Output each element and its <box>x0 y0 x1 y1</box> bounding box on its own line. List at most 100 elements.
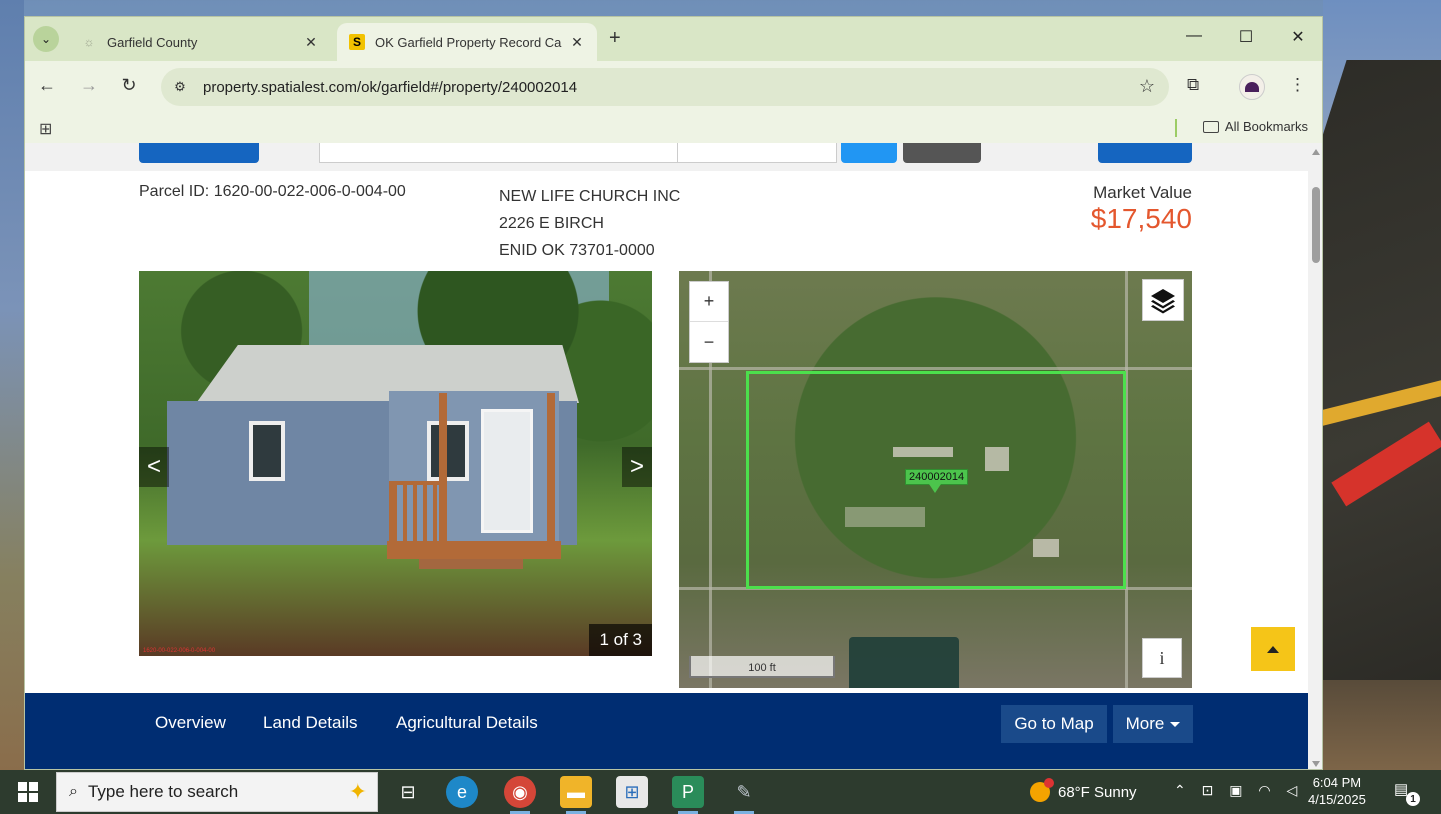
scroll-up-icon[interactable] <box>1312 149 1320 155</box>
section-navbar: Overview Land Details Agricultural Detai… <box>25 693 1308 769</box>
owner-name: NEW LIFE CHURCH INC <box>499 188 681 205</box>
porch-post <box>547 393 555 545</box>
map-road <box>679 367 1192 370</box>
chrome-icon[interactable]: ◉ <box>504 776 536 814</box>
owner-block: NEW LIFE CHURCH INC 2226 E BIRCH ENID OK… <box>499 183 680 264</box>
task-view-icon[interactable]: ⊟ <box>392 776 424 808</box>
header-menu-button[interactable] <box>1098 143 1192 163</box>
parcel-id: Parcel ID: 1620-00-022-006-0-004-00 <box>139 183 406 200</box>
address-line-2: ENID OK 73701-0000 <box>499 242 655 259</box>
nav-land-details[interactable]: Land Details <box>263 713 358 733</box>
paint-icon[interactable]: ✎ <box>728 776 760 814</box>
close-window-icon[interactable]: ✕ <box>1283 27 1313 47</box>
all-bookmarks-button[interactable]: All Bookmarks <box>1202 119 1308 134</box>
weather-text: 68°F Sunny <box>1058 783 1137 801</box>
system-tray-icons[interactable]: ⌃ ⊡ ▣ ◠ ◁ <box>1174 782 1303 799</box>
url-text[interactable]: property.spatialest.com/ok/garfield#/pro… <box>203 79 577 96</box>
page-scrollbar[interactable] <box>1308 143 1322 769</box>
layers-button[interactable] <box>1142 279 1184 321</box>
caret-up-icon <box>1267 645 1279 653</box>
back-to-top-button[interactable] <box>1251 627 1295 671</box>
map-building <box>849 637 959 688</box>
photo-counter: 1 of 3 <box>589 624 652 656</box>
extensions-puzzle-icon[interactable]: ⧉ <box>1187 75 1199 95</box>
scroll-down-icon[interactable] <box>1312 761 1320 767</box>
desktop-background-left <box>0 0 24 770</box>
site-info-icon[interactable]: ⚙ <box>167 74 193 100</box>
shed-door <box>481 409 533 533</box>
taskbar-search-box[interactable]: ⌕ Type here to search ✦ <box>56 772 378 812</box>
search-icon: ⌕ <box>69 783 78 800</box>
address-line-1: 2226 E BIRCH <box>499 215 604 232</box>
market-value: $17,540 <box>1090 203 1192 234</box>
photo-prev-button[interactable]: < <box>139 447 169 487</box>
caret-down-icon <box>1170 721 1181 727</box>
more-menu-button[interactable]: More <box>1113 705 1193 743</box>
shed-window <box>427 421 469 481</box>
notification-center-icon[interactable]: ▤ 1 <box>1394 780 1420 806</box>
minimize-icon[interactable]: — <box>1179 27 1209 45</box>
header-search-button[interactable] <box>841 143 897 163</box>
forward-arrow-icon[interactable]: → <box>77 75 101 96</box>
spatialest-favicon-icon: S <box>349 34 365 50</box>
more-menu-icon[interactable]: ⋮ <box>1289 75 1306 95</box>
microsoft-store-icon[interactable]: ⊞ <box>616 776 648 808</box>
tab-title: Garfield County <box>107 34 198 50</box>
tab-property-record[interactable]: S OK Garfield Property Record Ca ✕ <box>337 23 597 61</box>
header-button[interactable] <box>139 143 259 163</box>
copilot-sparkle-icon[interactable]: ✦ <box>349 779 367 805</box>
zoom-out-button[interactable]: − <box>690 322 728 362</box>
property-photo-carousel[interactable]: < > 1620-00-022-006-0-004-00 1 of 3 <box>139 271 652 656</box>
back-arrow-icon[interactable]: ← <box>35 75 59 96</box>
nav-agricultural-details[interactable]: Agricultural Details <box>396 713 538 733</box>
layers-icon <box>1151 289 1175 314</box>
address-bar[interactable]: ⚙ property.spatialest.com/ok/garfield#/p… <box>161 68 1169 106</box>
reload-icon[interactable]: ↻ <box>117 75 141 96</box>
browser-toolbar: ← → ↻ ⚙ property.spatialest.com/ok/garfi… <box>25 61 1322 113</box>
more-label: More <box>1125 714 1165 733</box>
go-to-map-button[interactable]: Go to Map <box>1001 705 1107 743</box>
weather-sun-icon <box>1030 778 1054 802</box>
windows-start-icon[interactable] <box>18 782 38 802</box>
header-clear-button[interactable] <box>903 143 981 163</box>
market-value-label: Market Value <box>1093 183 1192 202</box>
bookmarks-bar: ⊞ All Bookmarks <box>25 113 1322 143</box>
profile-avatar[interactable] <box>1239 74 1265 100</box>
taskbar-clock[interactable]: 6:04 PM 4/15/2025 <box>1308 774 1366 808</box>
all-bookmarks-label: All Bookmarks <box>1224 119 1308 134</box>
tab-search-chevron-icon[interactable]: ⌄ <box>33 26 59 52</box>
clock-date: 4/15/2025 <box>1308 792 1366 807</box>
windows-taskbar: ⌕ Type here to search ✦ ⊟ e ◉ ▬ ⊞ P ✎ 68… <box>0 770 1441 814</box>
search-placeholder: Type here to search <box>87 782 239 801</box>
close-tab-icon[interactable]: ✕ <box>301 34 321 51</box>
close-tab-icon[interactable]: ✕ <box>567 34 587 51</box>
shed-window <box>249 421 285 481</box>
file-explorer-icon[interactable]: ▬ <box>560 776 592 814</box>
porch-step <box>419 559 523 569</box>
header-select[interactable] <box>677 143 837 163</box>
map-info-button[interactable]: i <box>1142 638 1182 678</box>
bookmark-star-icon[interactable]: ☆ <box>1139 76 1155 97</box>
tab-bar: ⌄ ☼ Garfield County ✕ S OK Garfield Prop… <box>25 17 1322 61</box>
browser-window: ⌄ ☼ Garfield County ✕ S OK Garfield Prop… <box>24 16 1323 770</box>
publisher-icon[interactable]: P <box>672 776 704 814</box>
tab-garfield-county[interactable]: ☼ Garfield County ✕ <box>69 23 331 61</box>
porch-post <box>439 393 447 545</box>
zoom-in-button[interactable]: + <box>690 282 728 322</box>
maximize-icon[interactable]: ☐ <box>1231 27 1261 47</box>
photo-next-button[interactable]: > <box>622 447 652 487</box>
edge-icon[interactable]: e <box>446 776 478 808</box>
weather-widget[interactable]: 68°F Sunny <box>1030 778 1137 802</box>
new-tab-icon[interactable]: + <box>609 27 621 50</box>
notification-badge: 1 <box>1406 792 1420 806</box>
porch-railing <box>389 481 445 543</box>
folder-icon <box>1202 120 1219 133</box>
header-search-input[interactable] <box>319 143 679 163</box>
zoom-control: + − <box>689 281 729 363</box>
page-content: Parcel ID: 1620-00-022-006-0-004-00 NEW … <box>25 143 1308 769</box>
bookmarks-divider <box>1175 119 1177 137</box>
parcel-map[interactable]: 240002014 + − 100 ft i <box>679 271 1192 688</box>
nav-overview[interactable]: Overview <box>155 713 226 733</box>
scroll-thumb[interactable] <box>1312 187 1320 263</box>
apps-grid-icon[interactable]: ⊞ <box>39 119 52 139</box>
